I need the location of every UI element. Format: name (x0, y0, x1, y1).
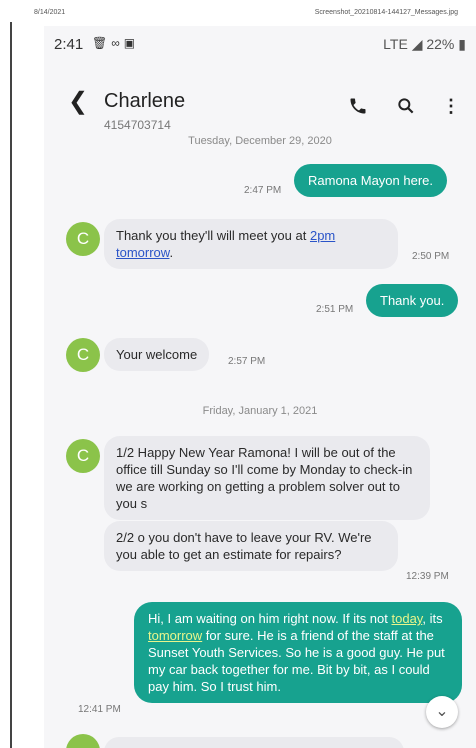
back-icon[interactable]: ❮ (68, 90, 88, 114)
message-time: 2:50 PM (412, 251, 450, 262)
signal-icon: ◢ (411, 36, 423, 52)
conversation-header: ❮ Charlene 4154703714 ⋮ (44, 60, 476, 136)
incoming-message (104, 737, 404, 748)
scroll-down-button[interactable]: ⌄ (426, 696, 458, 728)
message-link[interactable]: today (392, 611, 423, 626)
contact-name: Charlene (104, 90, 186, 112)
message-text: , its (422, 611, 443, 626)
status-bar: 2:41 🗑∞▣ LTE ◢ 22% ▮ (44, 26, 476, 60)
message-time: 12:39 PM (406, 571, 449, 582)
message-text: Thank you they'll will meet you at (116, 228, 310, 243)
avatar[interactable]: C (66, 222, 100, 256)
message-time: 2:47 PM (244, 185, 282, 196)
outgoing-message[interactable]: Thank you. (366, 284, 459, 317)
message-time: 12:41 PM (78, 704, 121, 715)
trash-icon: 🗑 (92, 36, 112, 50)
status-right: LTE ◢ 22% ▮ (383, 36, 466, 53)
signal-label: LTE (383, 36, 408, 52)
print-header: 8/14/2021 Screenshot_20210814-144127_Mes… (0, 0, 476, 22)
date-divider: Tuesday, December 29, 2020 (188, 135, 332, 147)
status-icons: 🗑∞▣ (92, 36, 139, 50)
battery-icon: ▮ (458, 36, 466, 52)
battery-label: 22% (426, 36, 455, 52)
incoming-message[interactable]: Thank you they'll will meet you at 2pm t… (104, 219, 398, 269)
more-icon[interactable]: ⋮ (442, 96, 460, 117)
chevron-down-icon: ⌄ (435, 703, 449, 720)
message-text: Hi, I am waiting on him right now. If it… (148, 611, 392, 626)
avatar (66, 734, 100, 748)
print-date: 8/14/2021 (34, 9, 66, 16)
print-filename: Screenshot_20210814-144127_Messages.jpg (314, 9, 458, 16)
page-border (10, 22, 12, 748)
avatar[interactable]: C (66, 338, 100, 372)
phone-icon[interactable] (348, 96, 368, 121)
outgoing-message[interactable]: Ramona Mayon here. (294, 164, 448, 197)
status-time: 2:41 (54, 36, 84, 53)
voicemail-icon: ∞ (111, 36, 124, 50)
message-text: . (169, 245, 174, 260)
message-link[interactable]: tomorrow (148, 628, 202, 643)
outgoing-message[interactable]: Hi, I am waiting on him right now. If it… (134, 602, 462, 703)
message-time: 2:57 PM (228, 356, 266, 367)
image-icon: ▣ (123, 36, 140, 50)
incoming-message[interactable]: 2/2 o you don't have to leave your RV. W… (104, 521, 398, 571)
incoming-message[interactable]: 1/2 Happy New Year Ramona! I will be out… (104, 436, 430, 520)
date-divider: Friday, January 1, 2021 (202, 405, 318, 417)
contact-number: 4154703714 (104, 118, 171, 132)
incoming-message[interactable]: Your welcome (104, 338, 210, 371)
search-icon[interactable] (396, 96, 416, 121)
message-time: 2:51 PM (316, 304, 354, 315)
phone-screen: 2:41 🗑∞▣ LTE ◢ 22% ▮ ❮ Charlene 41547037… (44, 26, 476, 748)
avatar[interactable]: C (66, 439, 100, 473)
